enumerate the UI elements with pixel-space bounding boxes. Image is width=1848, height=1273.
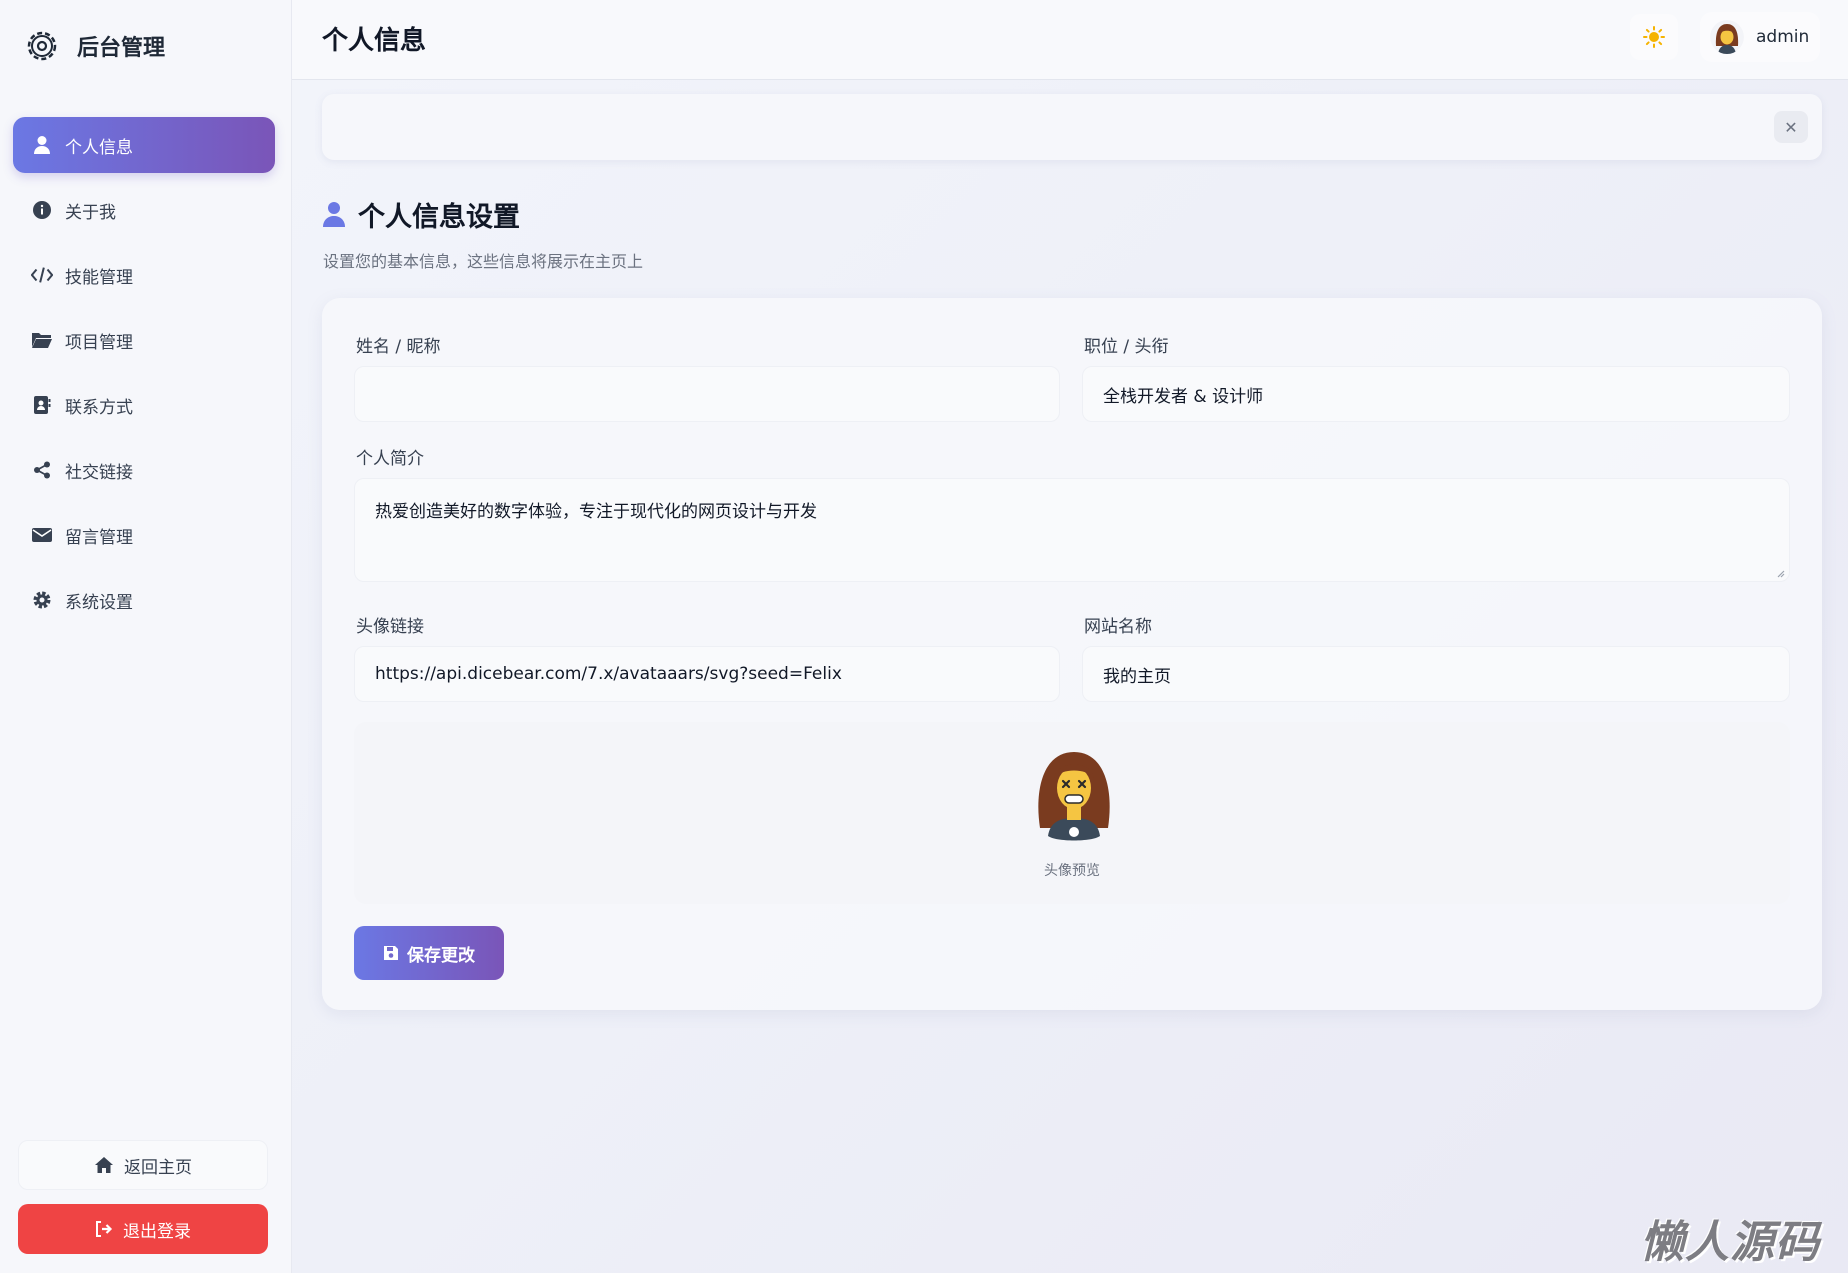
avatar-preview: 头像预览 xyxy=(354,722,1790,904)
sidebar-item-label: 联系方式 xyxy=(65,397,133,418)
name-label: 姓名 / 昵称 xyxy=(356,337,441,357)
folder-icon xyxy=(31,329,53,351)
gear-icon xyxy=(31,589,53,611)
position-label: 职位 / 头衔 xyxy=(1084,337,1169,357)
sidebar: 后台管理 个人信息 关于我 技能管理 项目管理 联系方式 社交链接 留言管理 系… xyxy=(0,0,292,1273)
sidebar-item-projects[interactable]: 项目管理 xyxy=(13,312,275,368)
info-icon xyxy=(31,199,53,221)
top-header: 个人信息 admin xyxy=(292,0,1848,80)
username: admin xyxy=(1756,27,1810,47)
envelope-icon xyxy=(31,524,53,546)
sidebar-item-about[interactable]: 关于我 xyxy=(13,182,275,238)
avatar-url-input[interactable]: https://api.dicebear.com/7.x/avataaars/s… xyxy=(354,646,1060,702)
user-menu[interactable]: admin xyxy=(1700,12,1820,62)
section-subtitle: 设置您的基本信息，这些信息将展示在主页上 xyxy=(323,252,644,271)
page-title: 个人信息 xyxy=(322,26,427,56)
section-heading: 个人信息设置 xyxy=(322,195,520,234)
sidebar-item-profile[interactable]: 个人信息 xyxy=(13,117,275,173)
name-input[interactable] xyxy=(354,366,1060,422)
back-home-label: 返回主页 xyxy=(124,1157,192,1178)
sidebar-item-contact[interactable]: 联系方式 xyxy=(13,377,275,433)
section-title: 个人信息设置 xyxy=(358,202,520,233)
position-input[interactable]: 全栈开发者 & 设计师 xyxy=(1082,366,1790,422)
sidebar-item-label: 社交链接 xyxy=(65,462,133,483)
sidebar-item-label: 项目管理 xyxy=(65,332,133,353)
gear-logo-icon xyxy=(27,31,57,61)
logout-button[interactable]: 退出登录 xyxy=(18,1204,268,1254)
avatar-url-label: 头像链接 xyxy=(356,617,424,637)
back-home-button[interactable]: 返回主页 xyxy=(18,1140,268,1190)
contact-book-icon xyxy=(31,394,53,416)
close-icon: ✕ xyxy=(1784,117,1798,137)
resize-handle-icon[interactable] xyxy=(1775,568,1785,578)
sidebar-item-label: 系统设置 xyxy=(65,592,133,613)
avatar-preview-label: 头像预览 xyxy=(1044,863,1100,879)
bio-label: 个人简介 xyxy=(356,449,424,469)
avatar xyxy=(1710,20,1744,54)
position-value: 全栈开发者 & 设计师 xyxy=(1103,386,1264,407)
sidebar-item-settings[interactable]: 系统设置 xyxy=(13,572,275,628)
sidebar-nav: 个人信息 关于我 技能管理 项目管理 联系方式 社交链接 留言管理 系统设置 xyxy=(13,117,275,637)
home-icon xyxy=(94,1156,114,1174)
avatar-preview-image xyxy=(1038,752,1110,841)
sidebar-item-label: 关于我 xyxy=(65,202,116,223)
code-icon xyxy=(31,264,53,286)
sidebar-item-label: 个人信息 xyxy=(65,137,133,158)
sidebar-item-label: 技能管理 xyxy=(65,267,133,288)
logout-label: 退出登录 xyxy=(123,1221,191,1242)
share-icon xyxy=(31,459,53,481)
bio-textarea[interactable]: 热爱创造美好的数字体验，专注于现代化的网页设计与开发 xyxy=(354,478,1790,582)
site-name-label: 网站名称 xyxy=(1084,617,1152,637)
profile-form-card: 姓名 / 昵称 职位 / 头衔 全栈开发者 & 设计师 个人简介 热爱创造美好的… xyxy=(322,298,1822,1010)
save-button[interactable]: 保存更改 xyxy=(354,926,504,980)
watermark: 懒人源码 xyxy=(1640,1217,1820,1268)
sidebar-item-label: 留言管理 xyxy=(65,527,133,548)
sign-out-icon xyxy=(95,1221,113,1237)
site-name-input[interactable]: 我的主页 xyxy=(1082,646,1790,702)
sun-icon xyxy=(1643,26,1665,48)
site-name-value: 我的主页 xyxy=(1103,666,1171,687)
bio-value: 热爱创造美好的数字体验，专注于现代化的网页设计与开发 xyxy=(375,502,817,522)
close-button[interactable]: ✕ xyxy=(1774,111,1808,143)
user-icon xyxy=(31,134,53,156)
brand-title: 后台管理 xyxy=(77,36,166,61)
save-icon xyxy=(383,945,399,961)
sidebar-item-skills[interactable]: 技能管理 xyxy=(13,247,275,303)
theme-toggle-button[interactable] xyxy=(1630,14,1678,60)
avatar-url-value: https://api.dicebear.com/7.x/avataaars/s… xyxy=(375,664,842,684)
sidebar-item-social[interactable]: 社交链接 xyxy=(13,442,275,498)
sidebar-item-messages[interactable]: 留言管理 xyxy=(13,507,275,563)
brand: 后台管理 xyxy=(24,26,165,66)
user-icon xyxy=(322,200,346,230)
save-label: 保存更改 xyxy=(407,945,475,966)
notice-bar: ✕ xyxy=(322,94,1822,160)
